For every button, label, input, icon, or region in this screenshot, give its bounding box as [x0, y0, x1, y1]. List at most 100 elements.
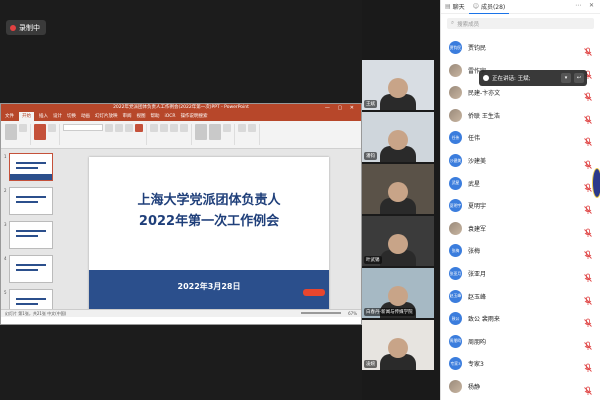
find-button[interactable] — [238, 124, 246, 132]
numbering-button[interactable] — [160, 124, 168, 132]
bold-button[interactable] — [105, 124, 113, 132]
slide-thumbnail[interactable]: 1 — [4, 153, 53, 181]
font-name-select[interactable] — [63, 124, 103, 131]
participant-face — [388, 182, 408, 202]
member-item[interactable]: 袁建军 — [441, 219, 600, 241]
video-tile[interactable]: 王斌 — [362, 60, 434, 110]
member-item[interactable]: 贾钧民 贾钧民 — [441, 38, 600, 60]
zoom-level[interactable]: 67% — [348, 310, 357, 317]
member-item[interactable]: 民建-卞亦文 — [441, 83, 600, 105]
record-dot-icon — [10, 24, 16, 31]
search-placeholder: 搜索成员 — [457, 21, 480, 28]
ribbon-tab[interactable]: 幻灯片放映 — [95, 112, 118, 121]
mic-muted-icon[interactable] — [583, 223, 593, 237]
slide-date: 2022年3月28日 — [177, 282, 241, 291]
ribbon-tab[interactable]: 设计 — [53, 112, 62, 121]
mic-muted-icon[interactable] — [583, 268, 593, 282]
member-item[interactable]: 武星 武星 — [441, 174, 600, 196]
underline-button[interactable] — [125, 124, 133, 132]
member-item[interactable]: 张梅 张梅 — [441, 241, 600, 263]
member-item[interactable]: 周朋昀 周朋昀 — [441, 332, 600, 354]
slide-thumbnail[interactable]: 2 — [4, 187, 53, 215]
thumbnail-text-line — [16, 167, 38, 169]
mic-muted-icon[interactable] — [583, 110, 593, 124]
member-item[interactable]: 侨联 王生浩 — [441, 106, 600, 128]
ribbon-tab[interactable]: 审阅 — [123, 112, 132, 121]
panel-controls[interactable]: ⋯ ✕ — [575, 2, 597, 9]
slide-title-line2: 2022年第一次工作例会 — [138, 214, 280, 229]
mic-muted-icon[interactable] — [583, 42, 593, 56]
align-button[interactable] — [170, 124, 178, 132]
member-item[interactable]: 杨静 — [441, 377, 600, 399]
tab-members[interactable]: ☺ 成员(28) — [468, 0, 510, 14]
floating-widget[interactable] — [592, 168, 600, 198]
speaking-indicator: 正在讲话: 王斌; ▾ ↩ — [479, 70, 587, 86]
member-item[interactable]: 专家3 专家3 — [441, 354, 600, 376]
ribbon-tab[interactable]: 操作说明搜索 — [181, 112, 208, 121]
cut-button[interactable] — [19, 124, 27, 132]
columns-button[interactable] — [180, 124, 188, 132]
replace-button[interactable] — [248, 124, 256, 132]
mic-muted-icon[interactable] — [583, 132, 593, 147]
member-search[interactable]: ⌕ 搜索成员 — [447, 18, 594, 29]
video-tile[interactable] — [362, 164, 434, 214]
mic-muted-icon[interactable] — [583, 381, 593, 395]
recording-indicator[interactable]: 录制中 — [6, 20, 46, 35]
thumbnail-number: 4 — [4, 256, 7, 261]
ribbon-tab[interactable]: 文件 — [5, 112, 14, 121]
ribbon-tab[interactable]: iOCR — [165, 112, 176, 121]
video-tile[interactable]: 潘钧 — [362, 112, 434, 162]
shapes-button[interactable] — [195, 124, 207, 140]
member-item[interactable]: 夏明宇 夏明宇 — [441, 196, 600, 218]
ribbon-tab[interactable]: 切换 — [67, 112, 76, 121]
video-tile[interactable]: 叶武锡 — [362, 216, 434, 266]
mic-muted-icon[interactable] — [583, 245, 593, 260]
speaking-collapse-button[interactable]: ↩ — [574, 73, 584, 83]
bullets-button[interactable] — [150, 124, 158, 132]
member-name: 沙建美 — [468, 158, 487, 165]
tab-chat[interactable]: ▤ 聊天 — [441, 0, 469, 14]
italic-button[interactable] — [115, 124, 123, 132]
shape-fill-button[interactable] — [223, 124, 231, 132]
new-slide-button[interactable] — [34, 124, 46, 140]
speaking-menu-button[interactable]: ▾ — [561, 73, 571, 83]
mic-muted-icon[interactable] — [583, 313, 593, 328]
ribbon-tab[interactable]: 开始 — [19, 112, 34, 121]
mic-muted-icon[interactable] — [583, 87, 593, 102]
window-controls[interactable]: — ▢ ✕ — [325, 104, 357, 112]
slides-group — [34, 124, 60, 145]
mic-muted-icon[interactable] — [583, 155, 593, 169]
ribbon-tab[interactable]: 视图 — [137, 112, 146, 121]
clipboard-group — [5, 124, 31, 145]
member-item[interactable]: 张亚月 张亚月 — [441, 264, 600, 286]
recording-label: 录制中 — [19, 23, 40, 32]
paste-button[interactable] — [5, 124, 17, 140]
video-tile[interactable]: 凌婉 — [362, 320, 434, 370]
mic-muted-icon[interactable] — [583, 291, 593, 305]
member-item[interactable]: 沙建美 沙建美 — [441, 151, 600, 173]
slide-date-band: 2022年3月28日 — [89, 270, 329, 312]
member-item[interactable]: 致公 致公 裴雨来 — [441, 309, 600, 331]
arrange-button[interactable] — [209, 124, 221, 140]
participant-face — [388, 234, 408, 254]
video-tile[interactable]: 白春丹-新闻与传媒学院 — [362, 268, 434, 318]
ribbon-tab[interactable]: 帮助 — [151, 112, 160, 121]
mic-muted-icon[interactable] — [583, 200, 593, 215]
zoom-slider[interactable] — [301, 312, 341, 314]
slide-thumbnail[interactable]: 4 — [4, 255, 53, 283]
ribbon-tab[interactable]: 插入 — [39, 112, 48, 121]
avatar: 专家3 — [449, 357, 462, 371]
thumbnail-band — [10, 174, 52, 180]
drawing-group — [195, 124, 235, 145]
slide-logo-icon — [303, 289, 325, 296]
slide-thumbnail[interactable]: 3 — [4, 221, 53, 249]
member-item[interactable]: 赵玉峰 赵玉峰 — [441, 287, 600, 309]
video-name-label: 潘钧 — [364, 152, 377, 160]
mic-muted-icon[interactable] — [583, 336, 593, 350]
font-color-button[interactable] — [135, 124, 143, 132]
ribbon-tab[interactable]: 动画 — [81, 112, 90, 121]
chat-icon: ▤ — [445, 3, 451, 10]
mic-muted-icon[interactable] — [583, 358, 593, 373]
member-item[interactable]: 任伟 任伟 — [441, 128, 600, 150]
layout-button[interactable] — [48, 124, 56, 132]
